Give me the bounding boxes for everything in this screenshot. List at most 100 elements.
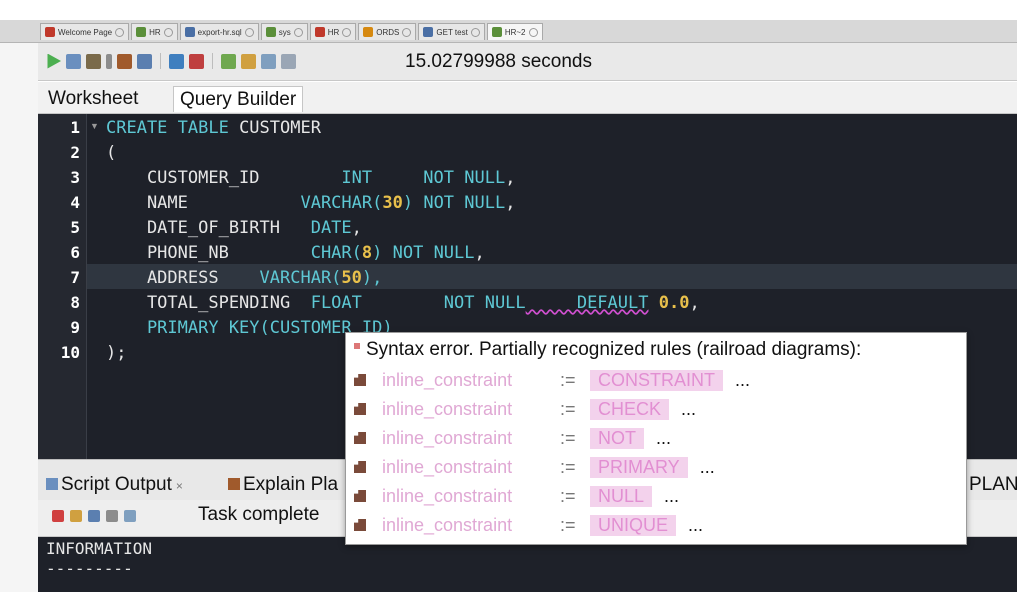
rule-keyword: NOT [590, 427, 644, 449]
tab-sys[interactable]: sys [260, 23, 308, 40]
rule-row[interactable]: inline_constraint := CONSTRAINT ... [354, 368, 750, 392]
worksheet-toolbar: 15.02799988 seconds [38, 43, 1017, 81]
error-marker-icon [354, 343, 360, 349]
sql-file-icon [184, 27, 195, 37]
rule-keyword: CHECK [590, 398, 670, 420]
toolbar-divider [160, 53, 161, 69]
tab-ords[interactable]: ORDS [358, 23, 417, 40]
close-icon[interactable] [528, 27, 538, 37]
tab-plan[interactable]: PLAN [969, 474, 1017, 496]
script-output-icon [46, 478, 58, 490]
line-number: 1 [70, 118, 80, 137]
railroad-rule-icon [354, 432, 366, 444]
rule-row[interactable]: inline_constraint := UNIQUE ... [354, 513, 703, 537]
run-statement-icon[interactable] [47, 53, 61, 69]
run-script-icon[interactable] [66, 53, 81, 69]
code-line-10: ); [106, 343, 127, 363]
task-status-text: Task complete [198, 504, 320, 525]
tab-welcome-page[interactable]: Welcome Page [40, 23, 130, 40]
line-number: 6 [70, 243, 80, 262]
pin-icon[interactable] [52, 510, 64, 522]
tab-hr[interactable]: HR [131, 23, 178, 40]
rule-keyword: PRIMARY [590, 456, 688, 478]
line-number: 4 [70, 193, 80, 212]
code-line-6: PHONE_NB CHAR(8) NOT NULL, [106, 243, 485, 263]
line-number: 10 [60, 343, 80, 362]
db-connection-icon [136, 27, 147, 37]
line-number: 8 [70, 293, 80, 312]
railroad-rule-icon [354, 490, 366, 502]
sql-tuning-icon[interactable] [137, 53, 152, 69]
rule-keyword: UNIQUE [590, 514, 677, 536]
line-number: 2 [70, 143, 80, 162]
rule-row[interactable]: inline_constraint := PRIMARY ... [354, 455, 715, 479]
explain-plan-icon[interactable] [117, 53, 132, 69]
explain-plan-icon [228, 478, 240, 490]
code-line-8: TOTAL_SPENDING FLOAT NOT NULL DEFAULT 0.… [106, 293, 700, 313]
script-output-area[interactable]: INFORMATION --------- [38, 537, 1017, 592]
line-number: 5 [70, 218, 80, 237]
railroad-rule-icon [354, 519, 366, 531]
rule-keyword: NULL [590, 485, 653, 507]
line-number: 3 [70, 168, 80, 187]
rule-row[interactable]: inline_constraint := CHECK ... [354, 397, 696, 421]
line-number: 9 [70, 318, 80, 337]
toolbar-divider [212, 53, 213, 69]
output-line: --------- [46, 559, 133, 578]
sql-history-icon[interactable] [261, 53, 276, 69]
commit-icon[interactable] [169, 53, 184, 69]
code-line-7: ADDRESS VARCHAR(50), [106, 268, 383, 288]
rest-icon [423, 27, 434, 37]
close-icon[interactable] [163, 27, 173, 37]
buffer-size-icon[interactable] [124, 510, 136, 522]
railroad-rule-icon [354, 374, 366, 386]
tab-get-test[interactable]: GET test [418, 23, 485, 40]
tab-worksheet[interactable]: Worksheet [42, 86, 144, 112]
close-icon[interactable] [470, 27, 480, 37]
eraser-icon[interactable] [241, 53, 256, 69]
document-tab-strip: Welcome Page HR export-hr.sql sys HR ORD… [0, 20, 1017, 43]
db-connection-icon [491, 27, 502, 37]
db-connection-icon [265, 27, 276, 37]
welcome-icon [45, 27, 55, 37]
tab-hr-2[interactable]: HR~2 [486, 23, 543, 40]
tab-query-builder[interactable]: Query Builder [173, 86, 304, 112]
code-line-3: CUSTOMER_ID INT NOT NULL, [106, 168, 516, 188]
autotrace-icon[interactable] [86, 53, 101, 69]
rollback-icon[interactable] [189, 53, 204, 69]
rule-row[interactable]: inline_constraint := NULL ... [354, 484, 679, 508]
code-line-4: NAME VARCHAR(30) NOT NULL, [106, 193, 516, 213]
close-icon[interactable] [293, 27, 303, 37]
left-margin [0, 42, 38, 592]
railroad-rule-icon [354, 461, 366, 473]
execution-time: 15.02799988 seconds [405, 51, 592, 72]
tab-export-hr-sql[interactable]: export-hr.sql [179, 23, 259, 40]
close-icon[interactable] [244, 27, 254, 37]
rule-keyword: CONSTRAINT [590, 369, 723, 391]
syntax-error-popup: Syntax error. Partially recognized rules… [345, 332, 967, 545]
code-line-1: CREATE TABLE CUSTOMER [106, 118, 321, 138]
tab-hr-user[interactable]: HR [309, 23, 357, 40]
line-number-gutter: 1 2 3 4 5 6 7 8 9 10 [38, 114, 86, 459]
dropdown-icon[interactable] [106, 53, 112, 69]
tab-explain-plan[interactable]: Explain Pla [228, 474, 338, 496]
code-line-5: DATE_OF_BIRTH DATE, [106, 218, 362, 238]
close-icon[interactable] [115, 27, 125, 37]
close-icon[interactable] [402, 27, 412, 37]
ords-icon [363, 27, 374, 37]
close-icon[interactable] [342, 27, 352, 37]
save-icon[interactable] [88, 510, 100, 522]
close-icon: × [175, 479, 183, 493]
unshared-sql-icon[interactable] [221, 53, 236, 69]
user-icon [314, 27, 325, 37]
fold-toggle-icon[interactable]: ▼ [90, 121, 99, 131]
railroad-rule-icon [354, 403, 366, 415]
tab-script-output[interactable]: Script Output × [46, 474, 183, 496]
line-number: 7 [70, 268, 80, 287]
print-icon[interactable] [106, 510, 118, 522]
worksheet-tab-bar: Worksheet Query Builder [38, 82, 1017, 114]
format-icon[interactable] [281, 53, 296, 69]
output-line: INFORMATION [46, 539, 152, 558]
rule-row[interactable]: inline_constraint := NOT ... [354, 426, 671, 450]
eraser-icon[interactable] [70, 510, 82, 522]
